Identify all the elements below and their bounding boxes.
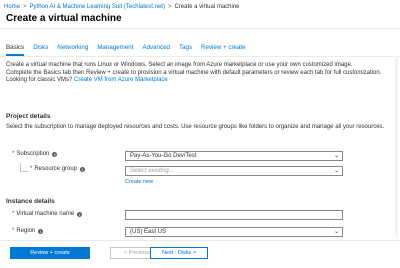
tab-review-create[interactable]: Review + create xyxy=(201,44,246,56)
required-marker: * xyxy=(12,151,15,157)
breadcrumb-home[interactable]: Home xyxy=(4,4,20,10)
tree-connector xyxy=(20,163,28,172)
divider xyxy=(0,56,400,57)
region-value: (US) East US xyxy=(130,229,167,235)
divider xyxy=(0,28,400,29)
create-new-link[interactable]: Create new xyxy=(125,179,153,185)
tab-tags[interactable]: Tags xyxy=(179,44,192,56)
required-marker: * xyxy=(12,211,15,217)
page-title: Create a virtual machine xyxy=(6,13,122,24)
info-icon[interactable]: i xyxy=(77,211,83,217)
tab-networking[interactable]: Networking xyxy=(57,44,88,56)
resource-group-label: * Resource group i xyxy=(30,166,86,172)
project-details-heading: Project details xyxy=(6,113,51,120)
subscription-value: Pay-As-You-Go Dev/Test xyxy=(130,153,197,159)
project-details-description: Select the subscription to manage deploy… xyxy=(6,124,385,130)
region-label: * Region i xyxy=(12,228,44,234)
info-icon[interactable]: i xyxy=(38,228,44,234)
resource-group-dropdown[interactable]: Select existing... ⌄ xyxy=(125,166,343,176)
subscription-label: * Subscription i xyxy=(12,151,58,157)
tab-advanced[interactable]: Advanced xyxy=(142,44,170,56)
required-marker: * xyxy=(30,166,33,172)
classic-vm-link[interactable]: Create VM from Azure Marketplace xyxy=(74,77,168,83)
chevron-down-icon: ⌄ xyxy=(333,168,339,174)
scrollbar[interactable] xyxy=(395,56,398,236)
divider xyxy=(0,240,400,241)
subscription-dropdown[interactable]: Pay-As-You-Go Dev/Test ⌄ xyxy=(125,151,343,161)
vm-name-label-text: Virtual machine name xyxy=(16,211,75,217)
breadcrumb: Home > Python AI & Machine Learning Suit… xyxy=(4,2,240,11)
info-icon[interactable]: i xyxy=(52,151,58,157)
tab-basics[interactable]: Basics xyxy=(6,44,25,56)
next-disks-button[interactable]: Next : Disks > xyxy=(150,247,208,259)
resource-group-placeholder: Select existing... xyxy=(130,168,174,174)
breadcrumb-separator: > xyxy=(167,3,172,10)
classic-vm-prefix: Looking for classic VMs? xyxy=(6,77,73,84)
breadcrumb-separator: > xyxy=(23,3,27,10)
review-create-button[interactable]: Review + create xyxy=(10,247,90,259)
intro-line-1: Create a virtual machine that runs Linux… xyxy=(6,62,353,68)
required-marker: * xyxy=(12,228,15,234)
tab-disks[interactable]: Disks xyxy=(33,44,48,56)
classic-vm-row: Looking for classic VMs? Create VM from … xyxy=(6,77,392,85)
vm-name-label: * Virtual machine name i xyxy=(12,211,83,217)
vm-name-input[interactable] xyxy=(125,210,343,220)
resource-group-label-text: Resource group xyxy=(34,166,78,172)
intro-line-2: Complete the Basics tab then Review + cr… xyxy=(6,69,382,76)
tab-management[interactable]: Management xyxy=(97,44,133,56)
breadcrumb-current: Create a virtual machine xyxy=(174,3,240,10)
tab-bar: Basics Disks Networking Management Advan… xyxy=(6,44,246,56)
region-label-text: Region xyxy=(16,228,36,234)
subscription-label-text: Subscription xyxy=(16,151,50,157)
chevron-down-icon: ⌄ xyxy=(333,153,339,159)
breadcrumb-marketplace-item[interactable]: Python AI & Machine Learning Suit (Techl… xyxy=(30,4,165,10)
info-icon[interactable]: i xyxy=(80,166,86,172)
region-dropdown[interactable]: (US) East US ⌄ xyxy=(125,227,343,237)
chevron-down-icon: ⌄ xyxy=(333,229,339,235)
instance-details-heading: Instance details xyxy=(6,198,55,205)
intro-text: Create a virtual machine that runs Linux… xyxy=(6,62,392,85)
